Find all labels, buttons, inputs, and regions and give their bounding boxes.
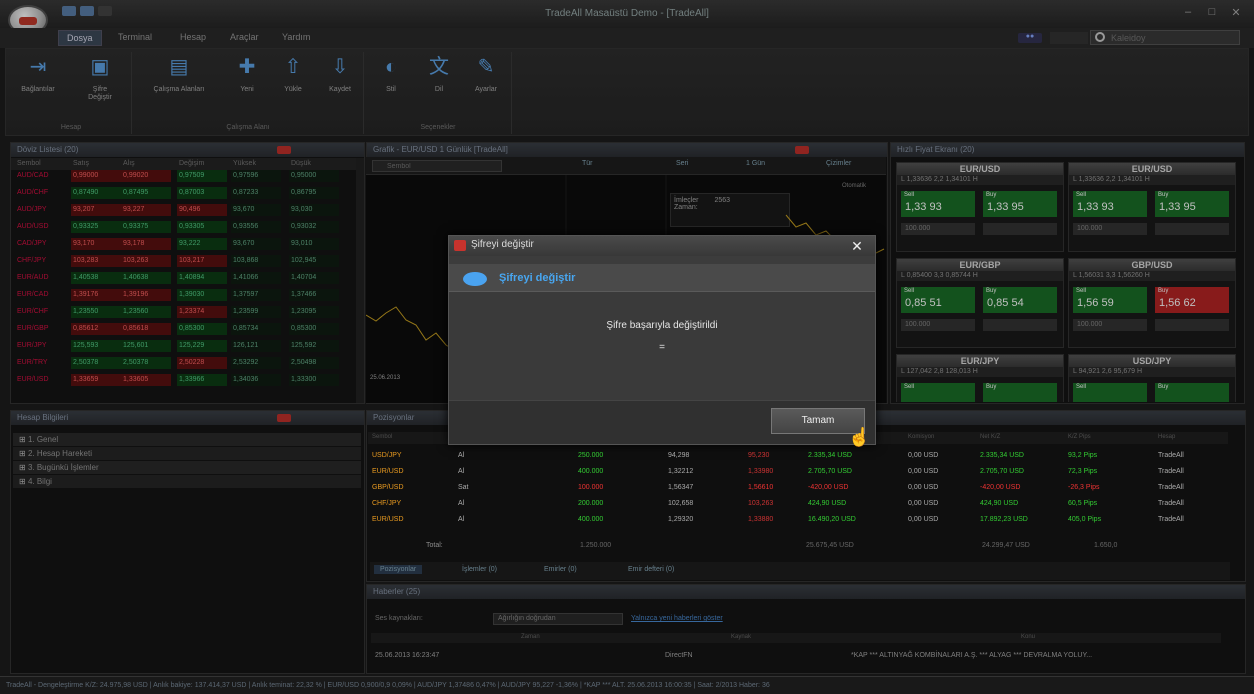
positions-cell-com: 0,00 USD bbox=[908, 484, 939, 491]
positions-cell-sym: GBP/USD bbox=[372, 484, 404, 491]
positions-cell-sym: USD/JPY bbox=[372, 452, 402, 459]
positions-cell-qty: 100.000 bbox=[578, 484, 604, 491]
change-password-dialog: Şifreyi değiştir ✕ Şifreyi değiştir Şifr… bbox=[448, 235, 876, 445]
positions-cell-sym: CHF/JPY bbox=[372, 500, 402, 507]
positions-cell-cur: 1,56610 bbox=[748, 484, 774, 491]
positions-cell-open: 102,658 bbox=[668, 500, 694, 507]
positions-cell-acc: TradeAll bbox=[1158, 500, 1184, 507]
positions-cell-com: 0,00 USD bbox=[908, 452, 939, 459]
positions-row[interactable]: EUR/USD Al 400.000 1,29320 1,33880 16.490,20 … bbox=[372, 514, 1222, 525]
positions-cell-qty: 400.000 bbox=[578, 516, 604, 523]
positions-cell-pl: 16.490,20 USD bbox=[808, 516, 856, 523]
positions-cell-net: 17.892,23 USD bbox=[980, 516, 1028, 523]
app-window: TradeAll Masaüstü Demo - [TradeAll] – □ … bbox=[0, 0, 1254, 694]
positions-cell-side: Al bbox=[458, 500, 465, 507]
positions-row[interactable]: EUR/USD Al 400.000 1,32212 1,33980 2.705,70 U… bbox=[372, 466, 1222, 477]
positions-cell-pips: 405,0 Pips bbox=[1068, 516, 1102, 523]
positions-cell-pips: -26,3 Pips bbox=[1068, 484, 1100, 491]
positions-cell-pl: 424,90 USD bbox=[808, 500, 847, 507]
positions-cell-qty: 200.000 bbox=[578, 500, 604, 507]
positions-cell-cur: 95,230 bbox=[748, 452, 770, 459]
positions-row[interactable]: CHF/JPY Al 200.000 102,658 103,263 424,90 USD… bbox=[372, 498, 1222, 509]
positions-cell-cur: 1,33980 bbox=[748, 468, 774, 475]
positions-cell-side: Al bbox=[458, 516, 465, 523]
positions-row[interactable]: USD/JPY Al 250.000 94,298 95,230 2.335,34 USD… bbox=[372, 450, 1222, 461]
positions-cell-net: 424,90 USD bbox=[980, 500, 1019, 507]
hand-cursor-icon: ☝ bbox=[848, 427, 871, 447]
positions-cell-pips: 60,5 Pips bbox=[1068, 500, 1098, 507]
positions-cell-pl: 2.705,70 USD bbox=[808, 468, 852, 475]
positions-cell-net: 2.335,34 USD bbox=[980, 452, 1024, 459]
dialog-extra-text: = bbox=[659, 342, 665, 353]
dialog-message: Şifre başarıyla değiştirildi bbox=[606, 320, 718, 331]
positions-cell-pips: 72,3 Pips bbox=[1068, 468, 1098, 475]
positions-cell-qty: 250.000 bbox=[578, 452, 604, 459]
positions-cell-side: Al bbox=[458, 468, 465, 475]
positions-cell-cur: 103,263 bbox=[748, 500, 774, 507]
positions-cell-acc: TradeAll bbox=[1158, 516, 1184, 523]
info-icon bbox=[463, 272, 487, 286]
positions-cell-side: Sat bbox=[458, 484, 469, 491]
positions-cell-pl: -420,00 USD bbox=[808, 484, 849, 491]
positions-cell-net: 2.705,70 USD bbox=[980, 468, 1024, 475]
positions-cell-cur: 1,33880 bbox=[748, 516, 774, 523]
dialog-header: Şifreyi değiştir bbox=[449, 264, 875, 292]
positions-cell-pl: 2.335,34 USD bbox=[808, 452, 852, 459]
positions-cell-com: 0,00 USD bbox=[908, 468, 939, 475]
dialog-title: Şifreyi değiştir bbox=[449, 236, 875, 256]
positions-cell-acc: TradeAll bbox=[1158, 484, 1184, 491]
positions-cell-qty: 400.000 bbox=[578, 468, 604, 475]
positions-cell-net: -420,00 USD bbox=[980, 484, 1021, 491]
positions-cell-sym: EUR/USD bbox=[372, 468, 404, 475]
positions-cell-open: 1,32212 bbox=[668, 468, 694, 475]
positions-cell-open: 1,56347 bbox=[668, 484, 694, 491]
positions-cell-open: 94,298 bbox=[668, 452, 690, 459]
app-icon bbox=[454, 240, 466, 251]
positions-cell-com: 0,00 USD bbox=[908, 516, 939, 523]
positions-cell-acc: TradeAll bbox=[1158, 452, 1184, 459]
positions-row[interactable]: GBP/USD Sat 100.000 1,56347 1,56610 -420,00 U… bbox=[372, 482, 1222, 493]
positions-cell-sym: EUR/USD bbox=[372, 516, 404, 523]
positions-cell-acc: TradeAll bbox=[1158, 468, 1184, 475]
dialog-close-icon[interactable]: ✕ bbox=[847, 238, 867, 254]
positions-cell-com: 0,00 USD bbox=[908, 500, 939, 507]
positions-cell-pips: 93,2 Pips bbox=[1068, 452, 1098, 459]
positions-cell-side: Al bbox=[458, 452, 465, 459]
positions-cell-open: 1,29320 bbox=[668, 516, 694, 523]
